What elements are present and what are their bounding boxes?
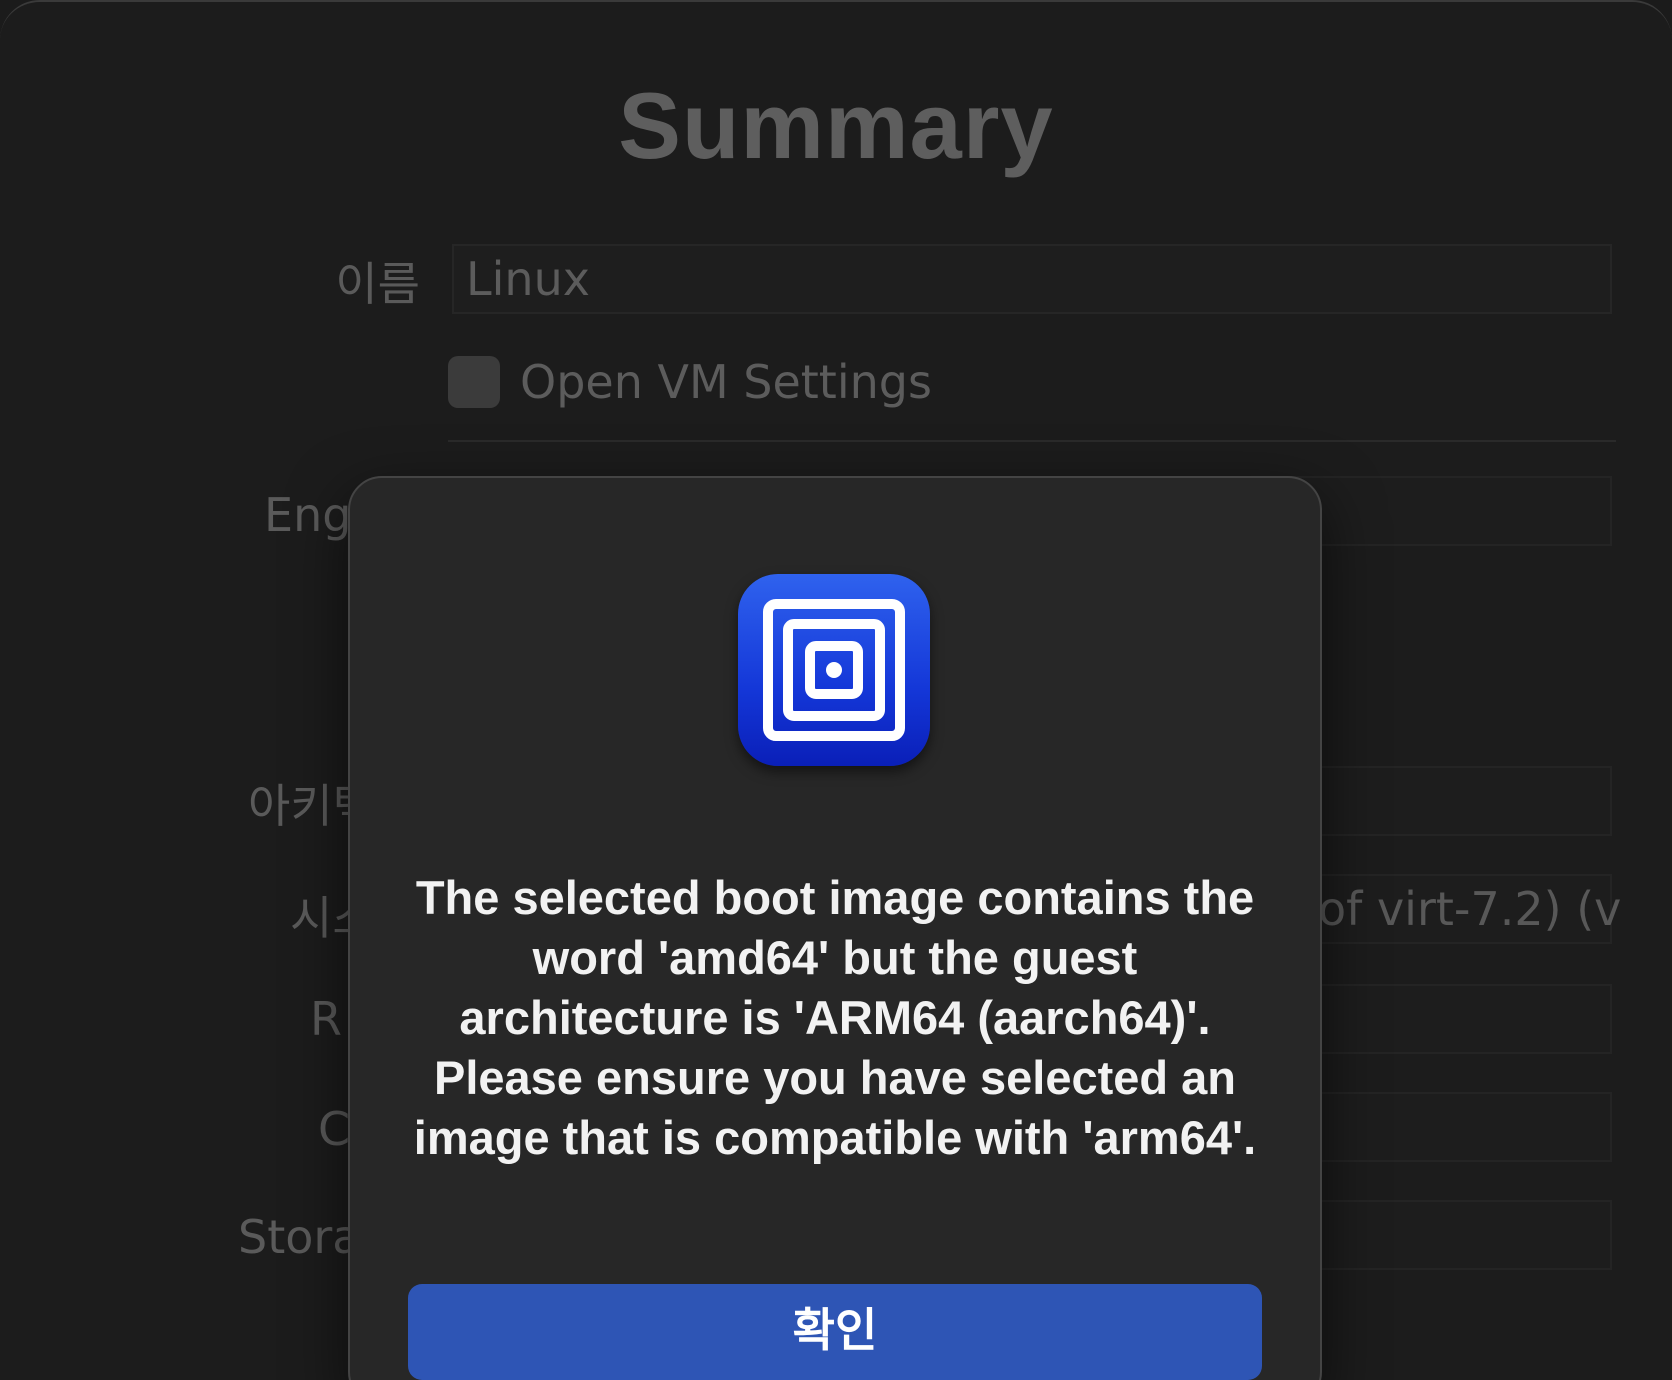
- cpu-label: C: [318, 1102, 351, 1156]
- open-vm-settings-row[interactable]: Open VM Settings: [448, 354, 932, 410]
- summary-window: Summary 이름 Linux Open VM Settings Eng 아키…: [0, 0, 1672, 1380]
- system-value: of virt-7.2) (v: [1318, 882, 1622, 936]
- ram-label: R: [310, 992, 342, 1046]
- name-field[interactable]: Linux: [452, 244, 1612, 314]
- open-vm-settings-checkbox[interactable]: [448, 356, 500, 408]
- engine-label: Eng: [264, 488, 352, 542]
- alert-message: The selected boot image contains the wor…: [413, 871, 1257, 1164]
- alert-dialog: The selected boot image contains the wor…: [348, 476, 1322, 1380]
- open-vm-settings-label: Open VM Settings: [520, 355, 932, 409]
- page-title: Summary: [618, 73, 1054, 178]
- storage-label: Stora: [238, 1210, 361, 1264]
- utm-app-icon: [738, 574, 930, 766]
- name-label: 이름: [335, 257, 420, 311]
- confirm-button[interactable]: 확인: [408, 1284, 1262, 1380]
- section-divider: [448, 440, 1616, 442]
